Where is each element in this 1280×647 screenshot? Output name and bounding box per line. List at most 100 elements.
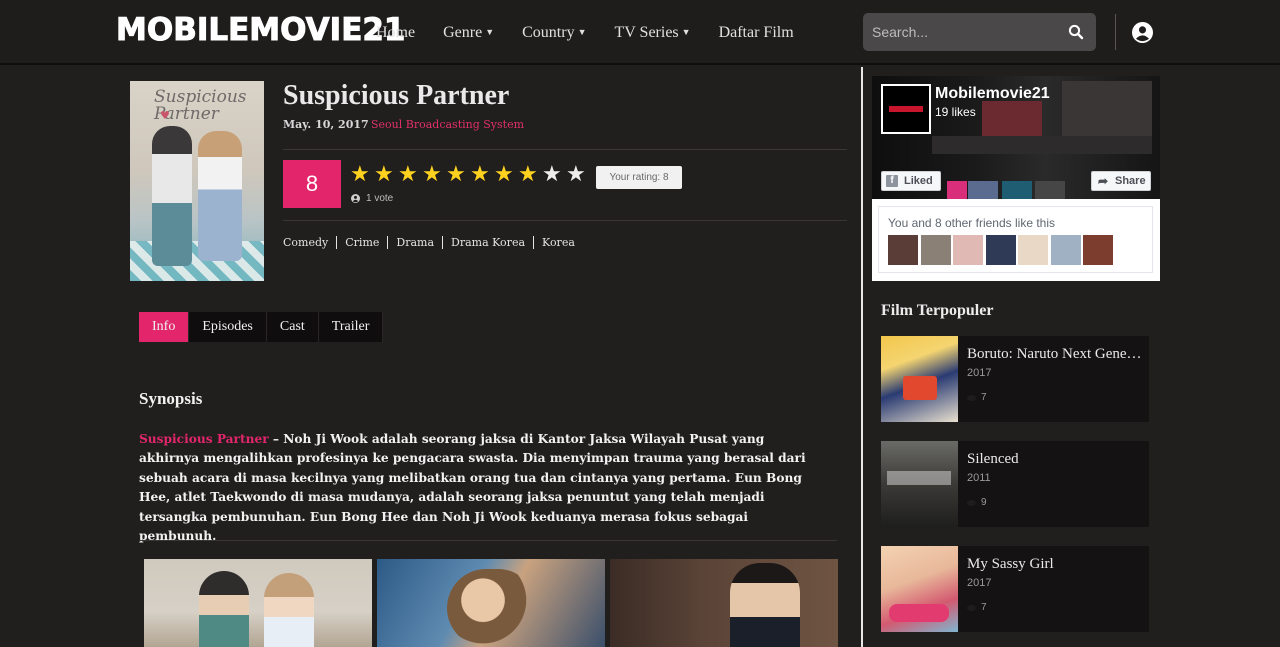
user-icon <box>351 194 360 203</box>
nav-tv-series-label: TV Series <box>614 23 679 41</box>
popular-heading: Film Terpopuler <box>881 302 994 319</box>
avatar[interactable] <box>1018 235 1048 265</box>
popular-views-count: 7 <box>981 392 987 403</box>
facebook-like-count: 19 likes <box>935 105 976 119</box>
star-icon[interactable]: ★ <box>446 164 470 186</box>
eye-icon <box>967 604 976 611</box>
vote-count: 1 vote <box>351 193 393 204</box>
gallery-image[interactable] <box>610 559 838 647</box>
movie-title: Suspicious Partner <box>283 80 510 111</box>
nav-genre-label: Genre <box>443 23 483 41</box>
poster-title: Suspicious Partner <box>154 87 247 124</box>
star-icon[interactable]: ★ <box>542 164 566 186</box>
rating-score: 8 <box>283 160 341 208</box>
facebook-friends-box: You and 8 other friends like this <box>878 206 1153 273</box>
nav-daftar-film-label: Daftar Film <box>718 23 794 41</box>
popular-title[interactable]: Silenced <box>967 451 1143 468</box>
popular-views: 7 <box>967 602 987 613</box>
facebook-cover: Mobilemovie21 19 likes Liked Share <box>872 76 1160 199</box>
avatar[interactable] <box>1050 235 1081 265</box>
caret-down-icon: ▼ <box>577 26 587 37</box>
search-box <box>863 13 1096 51</box>
popular-thumbnail[interactable] <box>881 546 958 632</box>
eye-icon <box>967 499 976 506</box>
sidebar-border <box>861 67 863 647</box>
nav-tv-series[interactable]: TV Series ▼ <box>615 24 691 42</box>
popular-title[interactable]: Boruto: Naruto Next Generations <box>967 346 1143 363</box>
avatar[interactable] <box>1083 235 1113 265</box>
network-link[interactable]: Seoul Broadcasting System <box>371 118 524 131</box>
star-icon[interactable]: ★ <box>470 164 494 186</box>
gallery-image[interactable] <box>144 559 372 647</box>
popular-year: 2017 <box>967 367 992 379</box>
star-icon[interactable]: ★ <box>518 164 542 186</box>
site-logo[interactable]: MOBILEMOVIE21 <box>116 12 407 49</box>
top-navbar: MOBILEMOVIE21 Home Genre ▼ Country ▼ TV Se… <box>0 0 1280 65</box>
facebook-page-name[interactable]: Mobilemovie21 <box>935 85 1050 103</box>
synopsis-title-link[interactable]: Suspicious Partner <box>139 432 269 446</box>
avatar[interactable] <box>920 235 951 265</box>
movie-poster: Suspicious Partner ♥ <box>130 81 264 281</box>
popular-thumbnail[interactable] <box>881 441 958 527</box>
star-rating: ★ ★ ★ ★ ★ ★ ★ ★ ★ ★ <box>350 164 590 186</box>
popular-item[interactable]: My Sassy Girl 2017 7 <box>881 546 1149 632</box>
nav-home[interactable]: Home <box>376 24 415 42</box>
poster-figure <box>198 131 242 261</box>
avatar[interactable] <box>888 235 918 265</box>
star-icon[interactable]: ★ <box>350 164 374 186</box>
star-icon[interactable]: ★ <box>398 164 422 186</box>
facebook-friend-avatars <box>888 235 1116 265</box>
tab-info[interactable]: Info <box>139 312 190 342</box>
screenshot-gallery <box>144 559 843 647</box>
nav-home-label: Home <box>376 23 416 41</box>
facebook-liked-button[interactable]: Liked <box>881 171 941 191</box>
heart-icon: ♥ <box>160 109 170 122</box>
genre-link[interactable]: Drama Korea <box>451 236 535 249</box>
tab-episodes[interactable]: Episodes <box>189 312 267 342</box>
star-icon[interactable]: ★ <box>494 164 518 186</box>
search-input[interactable] <box>863 13 1058 51</box>
popular-item[interactable]: Silenced 2011 9 <box>881 441 1149 527</box>
popular-item[interactable]: Boruto: Naruto Next Generations 2017 7 <box>881 336 1149 422</box>
genre-link[interactable]: Comedy <box>283 236 338 249</box>
user-circle-icon[interactable] <box>1132 22 1153 43</box>
nav-daftar-film[interactable]: Daftar Film <box>719 24 794 42</box>
caret-down-icon: ▼ <box>485 26 495 37</box>
star-icon[interactable]: ★ <box>422 164 446 186</box>
tab-trailer[interactable]: Trailer <box>319 312 384 342</box>
popular-title[interactable]: My Sassy Girl <box>967 556 1143 573</box>
avatar[interactable] <box>985 235 1016 265</box>
star-icon[interactable]: ★ <box>374 164 398 186</box>
poster-figure <box>152 126 192 266</box>
divider <box>283 149 847 150</box>
poster-floor <box>130 241 264 281</box>
release-date: May. 10, 2017 <box>283 118 369 131</box>
star-icon[interactable]: ★ <box>566 164 590 186</box>
search-icon[interactable] <box>1068 24 1084 40</box>
nav-genre[interactable]: Genre ▼ <box>443 24 494 42</box>
avatar[interactable] <box>953 235 983 265</box>
synopsis-text: Suspicious Partner – Noh Ji Wook adalah … <box>139 430 819 546</box>
genre-link[interactable]: Drama <box>396 236 444 249</box>
your-rating-badge: Your rating: 8 <box>596 166 682 189</box>
gallery-image[interactable] <box>377 559 605 647</box>
synopsis-body: – Noh Ji Wook adalah seorang jaksa di Ka… <box>139 432 806 544</box>
divider <box>283 220 847 221</box>
caret-down-icon: ▼ <box>681 26 691 37</box>
tab-cast[interactable]: Cast <box>267 312 319 342</box>
popular-year: 2017 <box>967 577 992 589</box>
facebook-share-button[interactable]: Share <box>1091 171 1151 191</box>
movie-tabs: Info Episodes Cast Trailer <box>139 312 384 342</box>
facebook-page-widget: Mobilemovie21 19 likes Liked Share You a… <box>872 76 1160 281</box>
genre-link[interactable]: Korea <box>542 236 583 249</box>
main-nav: Home Genre ▼ Country ▼ TV Series ▼ Daftar F… <box>376 0 822 65</box>
facebook-profile-image[interactable] <box>881 84 931 134</box>
popular-views-count: 9 <box>981 497 987 508</box>
popular-views-count: 7 <box>981 602 987 613</box>
popular-thumbnail[interactable] <box>881 336 958 422</box>
popular-views: 9 <box>967 497 987 508</box>
nav-country-label: Country <box>522 23 575 41</box>
genre-link[interactable]: Crime <box>345 236 389 249</box>
facebook-friends-text: You and 8 other friends like this <box>888 216 1055 230</box>
nav-country[interactable]: Country ▼ <box>522 24 586 42</box>
